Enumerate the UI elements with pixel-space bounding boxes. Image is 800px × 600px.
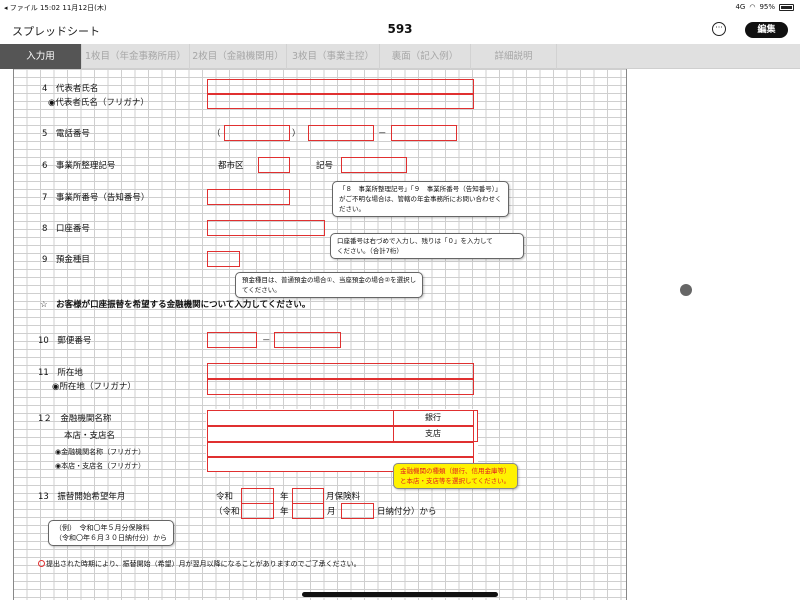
phone-last-field[interactable]: [391, 125, 457, 141]
status-right: 4G ◠ 95%: [735, 3, 794, 11]
postal-code-first-field[interactable]: [207, 332, 257, 348]
label-reiwa: 令和: [216, 492, 234, 502]
label-transfer-start: 13 振替開始希望年月: [38, 492, 126, 502]
phone-dash: －: [378, 129, 387, 139]
phone-area-field[interactable]: [224, 125, 290, 141]
label-phone: 5 電話番号: [42, 129, 90, 139]
label-office-number: 7 事業所番号（告知番号）: [42, 193, 150, 203]
label-year: 年: [280, 492, 289, 502]
account-number-field[interactable]: [207, 220, 325, 236]
status-bar: ◂ ファイル 15:02 11月12日(木) 4G ◠ 95%: [0, 0, 800, 14]
payment-year-field[interactable]: [241, 503, 274, 519]
label-month2: 月: [327, 507, 336, 517]
tab-back-example[interactable]: 裏面（記入例）: [380, 44, 471, 69]
postal-dash: －: [262, 336, 271, 346]
wifi-icon: ◠: [749, 3, 756, 11]
callout-deposit-line2: てください。: [242, 286, 281, 294]
label-office-code: 6 事業所整理記号: [42, 161, 116, 171]
home-indicator[interactable]: [302, 592, 498, 597]
sheet-left-border: [13, 69, 14, 600]
symbol-field[interactable]: [341, 157, 407, 173]
payment-month-field[interactable]: [292, 503, 324, 519]
label-day-from: 日納付分）から: [377, 507, 437, 517]
label-bank-name: 1２ 金融機関名称: [38, 414, 112, 424]
callout-bank-type-line1: 金融機関の種類（銀行、信用金庫等）: [400, 467, 511, 475]
label-address-kana: ◉所在地（フリガナ）: [52, 382, 136, 392]
battery-percent: 95%: [759, 3, 775, 11]
label-representative-name: 4 代表者氏名: [42, 84, 99, 94]
phone-open-paren: （: [212, 129, 221, 139]
callout-deposit-type-help: 預金種目は、普通預金の場合①、当座預金の場合②を選択し てください。: [235, 272, 424, 298]
label-symbol: 記号: [316, 161, 334, 171]
battery-icon: [779, 3, 794, 11]
office-number-field[interactable]: [207, 189, 290, 205]
label-month-fee: 月保険料: [326, 492, 361, 502]
deposit-type-field[interactable]: [207, 251, 240, 267]
edit-button[interactable]: 編集: [745, 22, 788, 38]
callout-example-line1: （例） 令和〇年５月分保険料: [55, 524, 150, 532]
status-left: ◂ ファイル 15:02 11月12日(木): [4, 4, 107, 12]
callout-bank-type-help: 金融機関の種類（銀行、信用金庫等） と本店・支店等を選択してください。: [393, 463, 518, 489]
section-bank-heading: ☆ お客様が口座振替を希望する金融機関について入力してください。: [40, 300, 311, 310]
bank-kana-field[interactable]: [207, 442, 474, 457]
red-circle-icon: [38, 560, 45, 567]
callout-start-example: （例） 令和〇年５月分保険料 （令和〇年６月３０日納付分）から: [48, 520, 174, 546]
sheet-tab-bar: 入力用 1枚目（年金事務所用） 2枚目（金融機関用） 3枚目（事業主控） 裏面（…: [0, 44, 800, 69]
label-branch-name: 本店・支店名: [64, 431, 116, 441]
more-button[interactable]: ···: [712, 22, 726, 36]
start-month-field[interactable]: [292, 488, 324, 504]
label-reiwa-paren: （令和: [214, 507, 240, 517]
label-account-number: 8 口座番号: [42, 224, 90, 234]
address-kana-field[interactable]: [207, 379, 474, 395]
callout-office-code-line1: 「８ 事業所整理記号」「９ 事業所番号（告知番号）」: [339, 185, 502, 193]
back-to-spreadsheets-link[interactable]: スプレッドシート: [12, 23, 100, 39]
tab-sheet3[interactable]: 3枚目（事業主控）: [287, 44, 380, 69]
phone-middle-field[interactable]: [308, 125, 374, 141]
callout-office-code-line3: ださい。: [339, 205, 365, 213]
callout-office-code-help: 「８ 事業所整理記号」「９ 事業所番号（告知番号）」 がご不明な場合は、管轄の年…: [332, 181, 509, 217]
nav-bar: スプレッドシート 593 ··· 編集: [0, 14, 800, 44]
label-address: 11 所在地: [38, 368, 83, 378]
tab-details[interactable]: 詳細説明: [471, 44, 557, 69]
label-deposit-type: 9 預金種目: [42, 255, 90, 265]
label-representative-kana: ◉代表者氏名（フリガナ）: [48, 98, 149, 108]
document-title: 593: [387, 22, 413, 36]
tab-sheet1[interactable]: 1枚目（年金事務所用）: [82, 44, 190, 69]
address-field[interactable]: [207, 363, 474, 379]
footnote-text: 提出された時期により、振替開始（希望）月が翌月以降になることがありますのでご了承…: [46, 560, 361, 568]
tab-input[interactable]: 入力用: [0, 44, 82, 69]
representative-kana-field[interactable]: [207, 94, 474, 109]
signal-label: 4G: [735, 3, 746, 11]
callout-example-line2: （令和〇年６月３０日納付分）から: [55, 534, 167, 542]
tab-sheet2[interactable]: 2枚目（金融機関用）: [190, 44, 287, 69]
callout-account-number-help: 口座番号は右づめで入力し、残りは「０」を入力して ください。（合計7桁）: [330, 233, 524, 259]
phone-close-paren: ）: [292, 129, 301, 139]
sheet-right-border: [626, 69, 627, 600]
scroll-indicator[interactable]: [680, 284, 692, 296]
bank-type-value: 銀行: [425, 413, 441, 422]
callout-deposit-line1: 預金種目は、普通預金の場合①、当座預金の場合②を選択し: [242, 276, 417, 284]
callout-account-line1: 口座番号は右づめで入力し、残りは「０」を入力して: [337, 237, 493, 245]
label-year2: 年: [280, 507, 289, 517]
label-city-code: 都市区: [218, 161, 244, 171]
label-bank-kana: ◉金融機関名称（フリガナ）: [55, 448, 146, 456]
start-year-field[interactable]: [241, 488, 274, 504]
callout-bank-type-line2: と本店・支店等を選択してください。: [400, 477, 511, 485]
callout-office-code-line2: がご不明な場合は、管轄の年金事務所にお問い合わせく: [339, 195, 502, 203]
payment-day-field[interactable]: [341, 503, 374, 519]
callout-account-line2: ください。（合計7桁）: [337, 247, 403, 255]
label-postal-code: 10 郵便番号: [38, 336, 92, 346]
label-branch-kana: ◉本店・支店名（フリガナ）: [55, 462, 146, 470]
bank-type-bracket: [474, 410, 478, 442]
city-code-field[interactable]: [258, 157, 290, 173]
footnote: 提出された時期により、振替開始（希望）月が翌月以降になることがありますのでご了承…: [38, 559, 361, 569]
app-window: ◂ ファイル 15:02 11月12日(木) 4G ◠ 95% スプレッドシート…: [0, 0, 800, 600]
representative-name-field[interactable]: [207, 79, 474, 94]
postal-code-last-field[interactable]: [274, 332, 341, 348]
branch-type-value: 支店: [425, 429, 441, 438]
